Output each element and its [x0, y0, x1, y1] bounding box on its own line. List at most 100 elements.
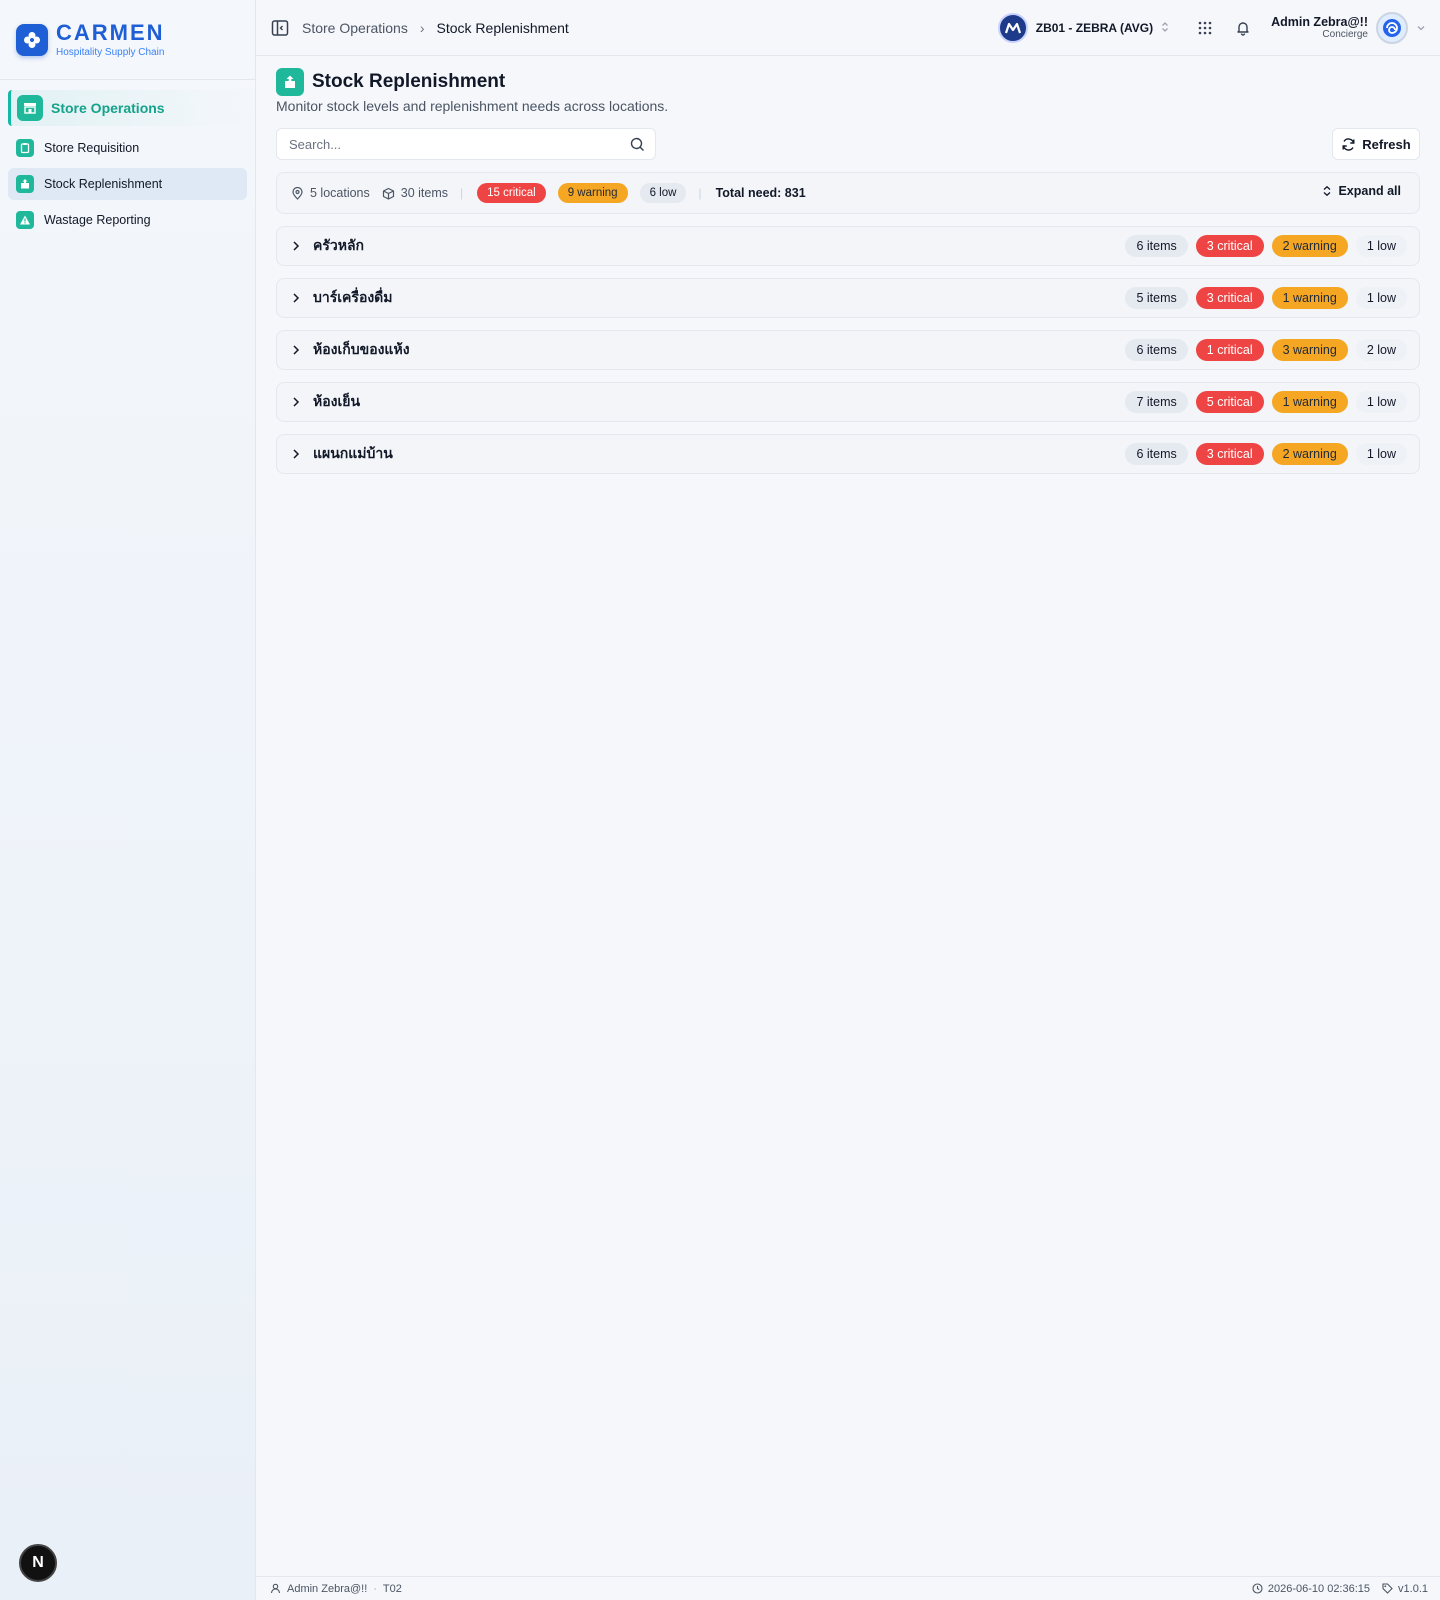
- summary-bar: 5 locations 30 items | 15 critical 9 war…: [276, 172, 1420, 214]
- map-pin-icon: [292, 186, 303, 200]
- user-menu[interactable]: Admin Zebra@!! Concierge: [1271, 15, 1368, 41]
- low-badge: 2 low: [1355, 339, 1407, 361]
- summary-low-badge: 6 low: [639, 183, 687, 203]
- warning-badge: 3 warning: [1271, 339, 1348, 361]
- sidebar-item-wastage-reporting[interactable]: Wastage Reporting: [8, 204, 247, 236]
- expand-all-label: Expand all: [1338, 184, 1401, 198]
- breadcrumb-current: Stock Replenishment: [436, 19, 569, 36]
- location-name: แผนกแม่บ้าน: [313, 446, 393, 462]
- sidebar: CARMEN Hospitality Supply Chain Store Op…: [0, 0, 256, 1600]
- clock-icon: [1252, 1583, 1263, 1594]
- avatar[interactable]: [1376, 12, 1408, 44]
- sidebar-section-store-operations[interactable]: Store Operations: [8, 90, 247, 126]
- user-role: Concierge: [1322, 29, 1368, 40]
- sidebar-item-label: Wastage Reporting: [44, 213, 151, 227]
- search-icon[interactable]: [630, 137, 645, 155]
- expand-all-button[interactable]: Expand all: [1322, 184, 1401, 198]
- critical-badge: 1 critical: [1195, 339, 1264, 361]
- critical-badge: 3 critical: [1195, 443, 1264, 465]
- main-content: Stock Replenishment Monitor stock levels…: [256, 56, 1440, 1576]
- refresh-button[interactable]: Refresh: [1332, 128, 1420, 160]
- location-name: ห้องเย็น: [313, 394, 361, 410]
- chevron-right-icon[interactable]: [291, 292, 303, 304]
- items-count-badge: 6 items: [1125, 443, 1188, 465]
- chevron-right-icon[interactable]: [291, 240, 303, 252]
- search-box: [276, 128, 656, 160]
- box-icon: [382, 187, 394, 200]
- critical-badge: 3 critical: [1195, 287, 1264, 309]
- status-footer: Admin Zebra@!! · T02 2026-06-10 02:36:15…: [256, 1576, 1440, 1600]
- footer-version: v1.0.1: [1398, 1582, 1428, 1595]
- location-name: ห้องเก็บของแห้ง: [313, 342, 410, 358]
- apps-grid-icon[interactable]: [1195, 18, 1215, 38]
- brand[interactable]: CARMEN Hospitality Supply Chain: [0, 0, 255, 80]
- summary-total-need: Total need: 831: [715, 186, 806, 200]
- brand-tagline: Hospitality Supply Chain: [56, 46, 165, 58]
- divider: |: [460, 186, 464, 200]
- low-badge: 1 low: [1355, 287, 1407, 309]
- summary-warning-badge: 9 warning: [557, 183, 628, 203]
- warning-triangle-icon: [16, 211, 34, 229]
- brand-name: CARMEN: [56, 19, 165, 45]
- summary-items: 30 items: [400, 186, 449, 200]
- package-up-icon: [16, 175, 34, 193]
- location-row[interactable]: ครัวหลัก 6 items 3 critical 2 warning 1 …: [276, 226, 1420, 266]
- sidebar-item-stock-replenishment[interactable]: Stock Replenishment: [8, 168, 247, 200]
- chevron-updown-icon: [1324, 185, 1331, 197]
- summary-locations: 5 locations: [310, 186, 370, 200]
- warning-badge: 1 warning: [1271, 391, 1348, 413]
- chevron-right-icon[interactable]: [291, 396, 303, 408]
- sidebar-item-store-requisition[interactable]: Store Requisition: [8, 132, 247, 164]
- footer-user: Admin Zebra@!!: [287, 1582, 368, 1595]
- dev-tools-badge[interactable]: N: [19, 1544, 57, 1582]
- location-row[interactable]: ห้องเก็บของแห้ง 6 items 1 critical 3 war…: [276, 330, 1420, 370]
- page-title: Stock Replenishment: [312, 71, 506, 92]
- chevron-right-icon[interactable]: [291, 344, 303, 356]
- warning-badge: 2 warning: [1271, 443, 1348, 465]
- footer-timestamp: 2026-06-10 02:36:15: [1267, 1582, 1371, 1595]
- search-input[interactable]: [277, 136, 617, 152]
- critical-badge: 5 critical: [1195, 391, 1264, 413]
- page-subtitle: Monitor stock levels and replenishment n…: [276, 98, 669, 114]
- carmen-logo-icon: [16, 23, 48, 56]
- chevron-right-icon[interactable]: [291, 448, 303, 460]
- user-icon: [270, 1583, 281, 1594]
- sidebar-toggle-icon[interactable]: [270, 18, 290, 38]
- user-name: Admin Zebra@!!: [1271, 15, 1368, 29]
- divider: |: [698, 186, 702, 200]
- location-name: บาร์เครื่องดื่ม: [313, 290, 393, 306]
- footer-code: T02: [382, 1582, 402, 1595]
- package-up-icon: [276, 68, 304, 96]
- items-count-badge: 5 items: [1125, 287, 1188, 309]
- summary-critical-badge: 15 critical: [477, 183, 546, 203]
- location-row[interactable]: ห้องเย็น 7 items 5 critical 1 warning 1 …: [276, 382, 1420, 422]
- warning-badge: 1 warning: [1271, 287, 1348, 309]
- tag-icon: [1382, 1583, 1393, 1594]
- breadcrumb-chevron-icon: ›: [419, 19, 425, 36]
- chevron-updown-icon[interactable]: [1161, 21, 1169, 36]
- sidebar-section-label: Store Operations: [51, 100, 165, 116]
- location-row[interactable]: แผนกแม่บ้าน 6 items 3 critical 2 warning…: [276, 434, 1420, 474]
- location-name: ครัวหลัก: [313, 238, 365, 254]
- warning-badge: 2 warning: [1271, 235, 1348, 257]
- refresh-label: Refresh: [1362, 136, 1411, 152]
- business-unit-selector[interactable]: ZB01 - ZEBRA (AVG): [1036, 21, 1153, 35]
- bell-icon[interactable]: [1233, 18, 1253, 38]
- top-header: Store Operations › Stock Replenishment Z…: [256, 0, 1440, 56]
- low-badge: 1 low: [1355, 235, 1407, 257]
- breadcrumb-store-operations[interactable]: Store Operations: [302, 20, 408, 36]
- location-row[interactable]: บาร์เครื่องดื่ม 5 items 3 critical 1 war…: [276, 278, 1420, 318]
- refresh-icon: [1342, 137, 1355, 151]
- business-unit-logo-icon: [997, 13, 1028, 43]
- clipboard-icon: [16, 139, 34, 157]
- items-count-badge: 6 items: [1125, 339, 1188, 361]
- low-badge: 1 low: [1355, 443, 1407, 465]
- sidebar-item-label: Store Requisition: [44, 141, 140, 155]
- separator: ·: [373, 1582, 377, 1595]
- low-badge: 1 low: [1355, 391, 1407, 413]
- items-count-badge: 7 items: [1125, 391, 1188, 413]
- sidebar-item-label: Stock Replenishment: [44, 177, 163, 191]
- store-icon: [17, 95, 43, 121]
- chevron-down-icon[interactable]: [1416, 21, 1426, 36]
- items-count-badge: 6 items: [1125, 235, 1188, 257]
